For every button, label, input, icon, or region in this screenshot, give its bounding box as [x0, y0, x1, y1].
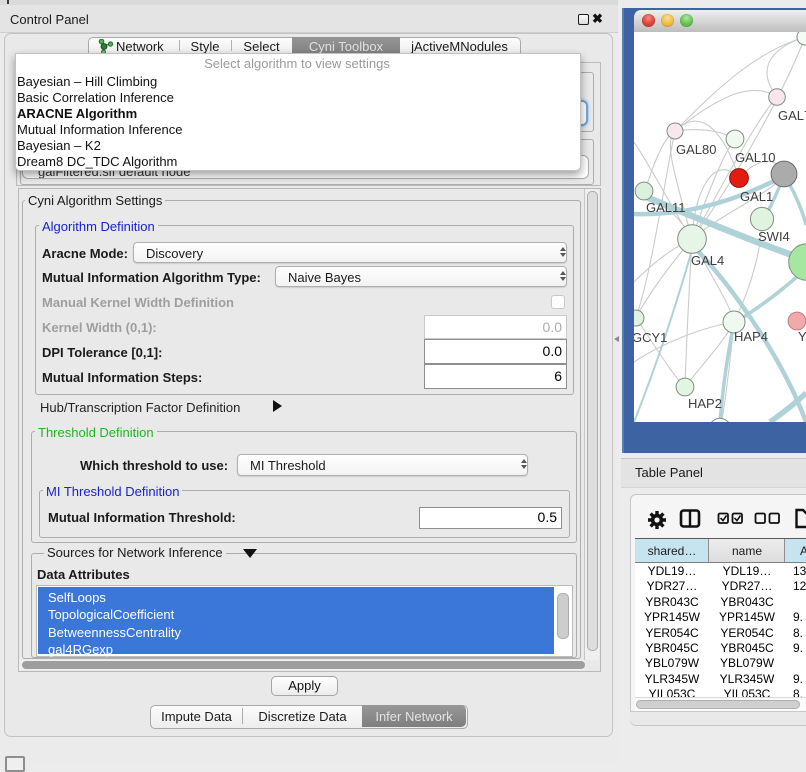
svg-text:GAL80: GAL80: [676, 142, 716, 157]
svg-text:GCY1: GCY1: [634, 330, 667, 345]
svg-text:GAL10: GAL10: [735, 150, 775, 165]
svg-text:GAL11: GAL11: [646, 200, 686, 215]
svg-text:GAL4: GAL4: [691, 253, 724, 268]
svg-text:HAP4: HAP4: [734, 329, 768, 344]
svg-text:HAP2: HAP2: [688, 396, 722, 411]
svg-text:YM: YM: [798, 329, 806, 344]
svg-text:GAL1: GAL1: [740, 189, 773, 204]
svg-text:GAL7: GAL7: [778, 108, 806, 123]
svg-text:SWI4: SWI4: [758, 229, 790, 244]
